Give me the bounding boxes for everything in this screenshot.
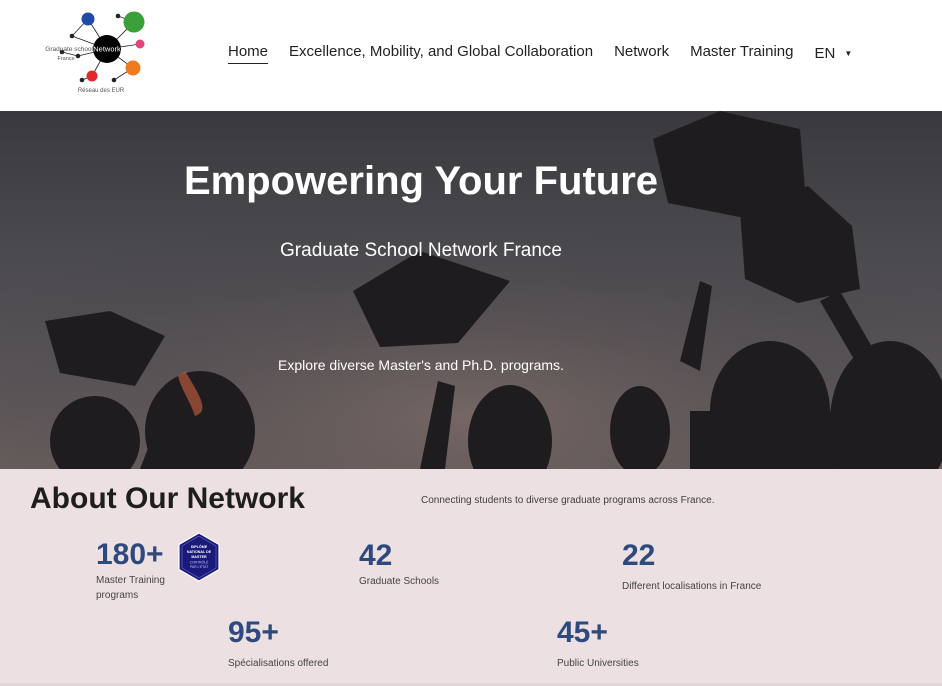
stat-value: 22 (622, 539, 656, 572)
network-logo[interactable]: Network Graduate school France Réseau de… (36, 8, 154, 98)
badge-line-5: PAR L'ÉTAT (190, 564, 208, 569)
stat-public-universities: 45+ Public Universities (557, 616, 757, 671)
stat-graduate-schools: 42 Graduate Schools (359, 539, 559, 589)
stat-master-training: 180+ Master Training programs (96, 538, 176, 603)
hero-title: Empowering Your Future (183, 159, 659, 203)
stat-label: Public Universities (557, 658, 639, 669)
stat-value: 42 (359, 539, 393, 572)
nav-network[interactable]: Network (614, 43, 669, 63)
stat-value: 180+ (96, 538, 164, 571)
main-nav: Home Excellence, Mobility, and Global Co… (228, 40, 852, 66)
stat-label: Different localisations in France (622, 581, 762, 592)
stat-label: Master Training programs (96, 575, 165, 601)
language-selector[interactable]: EN ▼ (814, 45, 852, 62)
hero-description: Explore diverse Master's and Ph.D. progr… (278, 357, 564, 373)
site-header: Network Graduate school France Réseau de… (0, 0, 942, 111)
logo-side-text: Graduate school (45, 46, 93, 53)
badge-line-2: NATIONAL DE (187, 550, 212, 554)
logo-main-text: Network (93, 45, 121, 54)
about-section: About Our Network Connecting students to… (0, 469, 942, 686)
stat-value: 95+ (228, 616, 279, 649)
nav-master-training[interactable]: Master Training (690, 43, 793, 63)
stat-label: Spécialisations offered (228, 658, 329, 669)
about-title: About Our Network (30, 482, 305, 515)
stat-specialisations: 95+ Spécialisations offered (228, 616, 428, 671)
badge-line-1: DIPLÔME (191, 544, 208, 549)
badge-line-4: CONTRÔLÉ (190, 560, 210, 565)
logo-country: France (57, 56, 74, 62)
language-label: EN (814, 44, 836, 62)
logo-caption: Réseau des EUR (78, 88, 125, 94)
stat-localisations: 22 Different localisations in France (622, 539, 862, 594)
nav-home[interactable]: Home (228, 43, 269, 64)
nav-excellence[interactable]: Excellence, Mobility, and Global Collabo… (289, 43, 593, 63)
about-tagline: Connecting students to diverse graduate … (421, 495, 715, 506)
hero-subtitle: Graduate School Network France (280, 240, 562, 261)
stat-value: 45+ (557, 616, 608, 649)
hero-banner: Empowering Your Future Graduate School N… (0, 111, 942, 469)
badge-line-3: MASTER (191, 555, 207, 559)
master-degree-badge: DIPLÔME NATIONAL DE MASTER CONTRÔLÉ PAR … (178, 532, 220, 582)
stat-label: Graduate Schools (359, 576, 440, 587)
caret-down-icon: ▼ (844, 48, 853, 58)
